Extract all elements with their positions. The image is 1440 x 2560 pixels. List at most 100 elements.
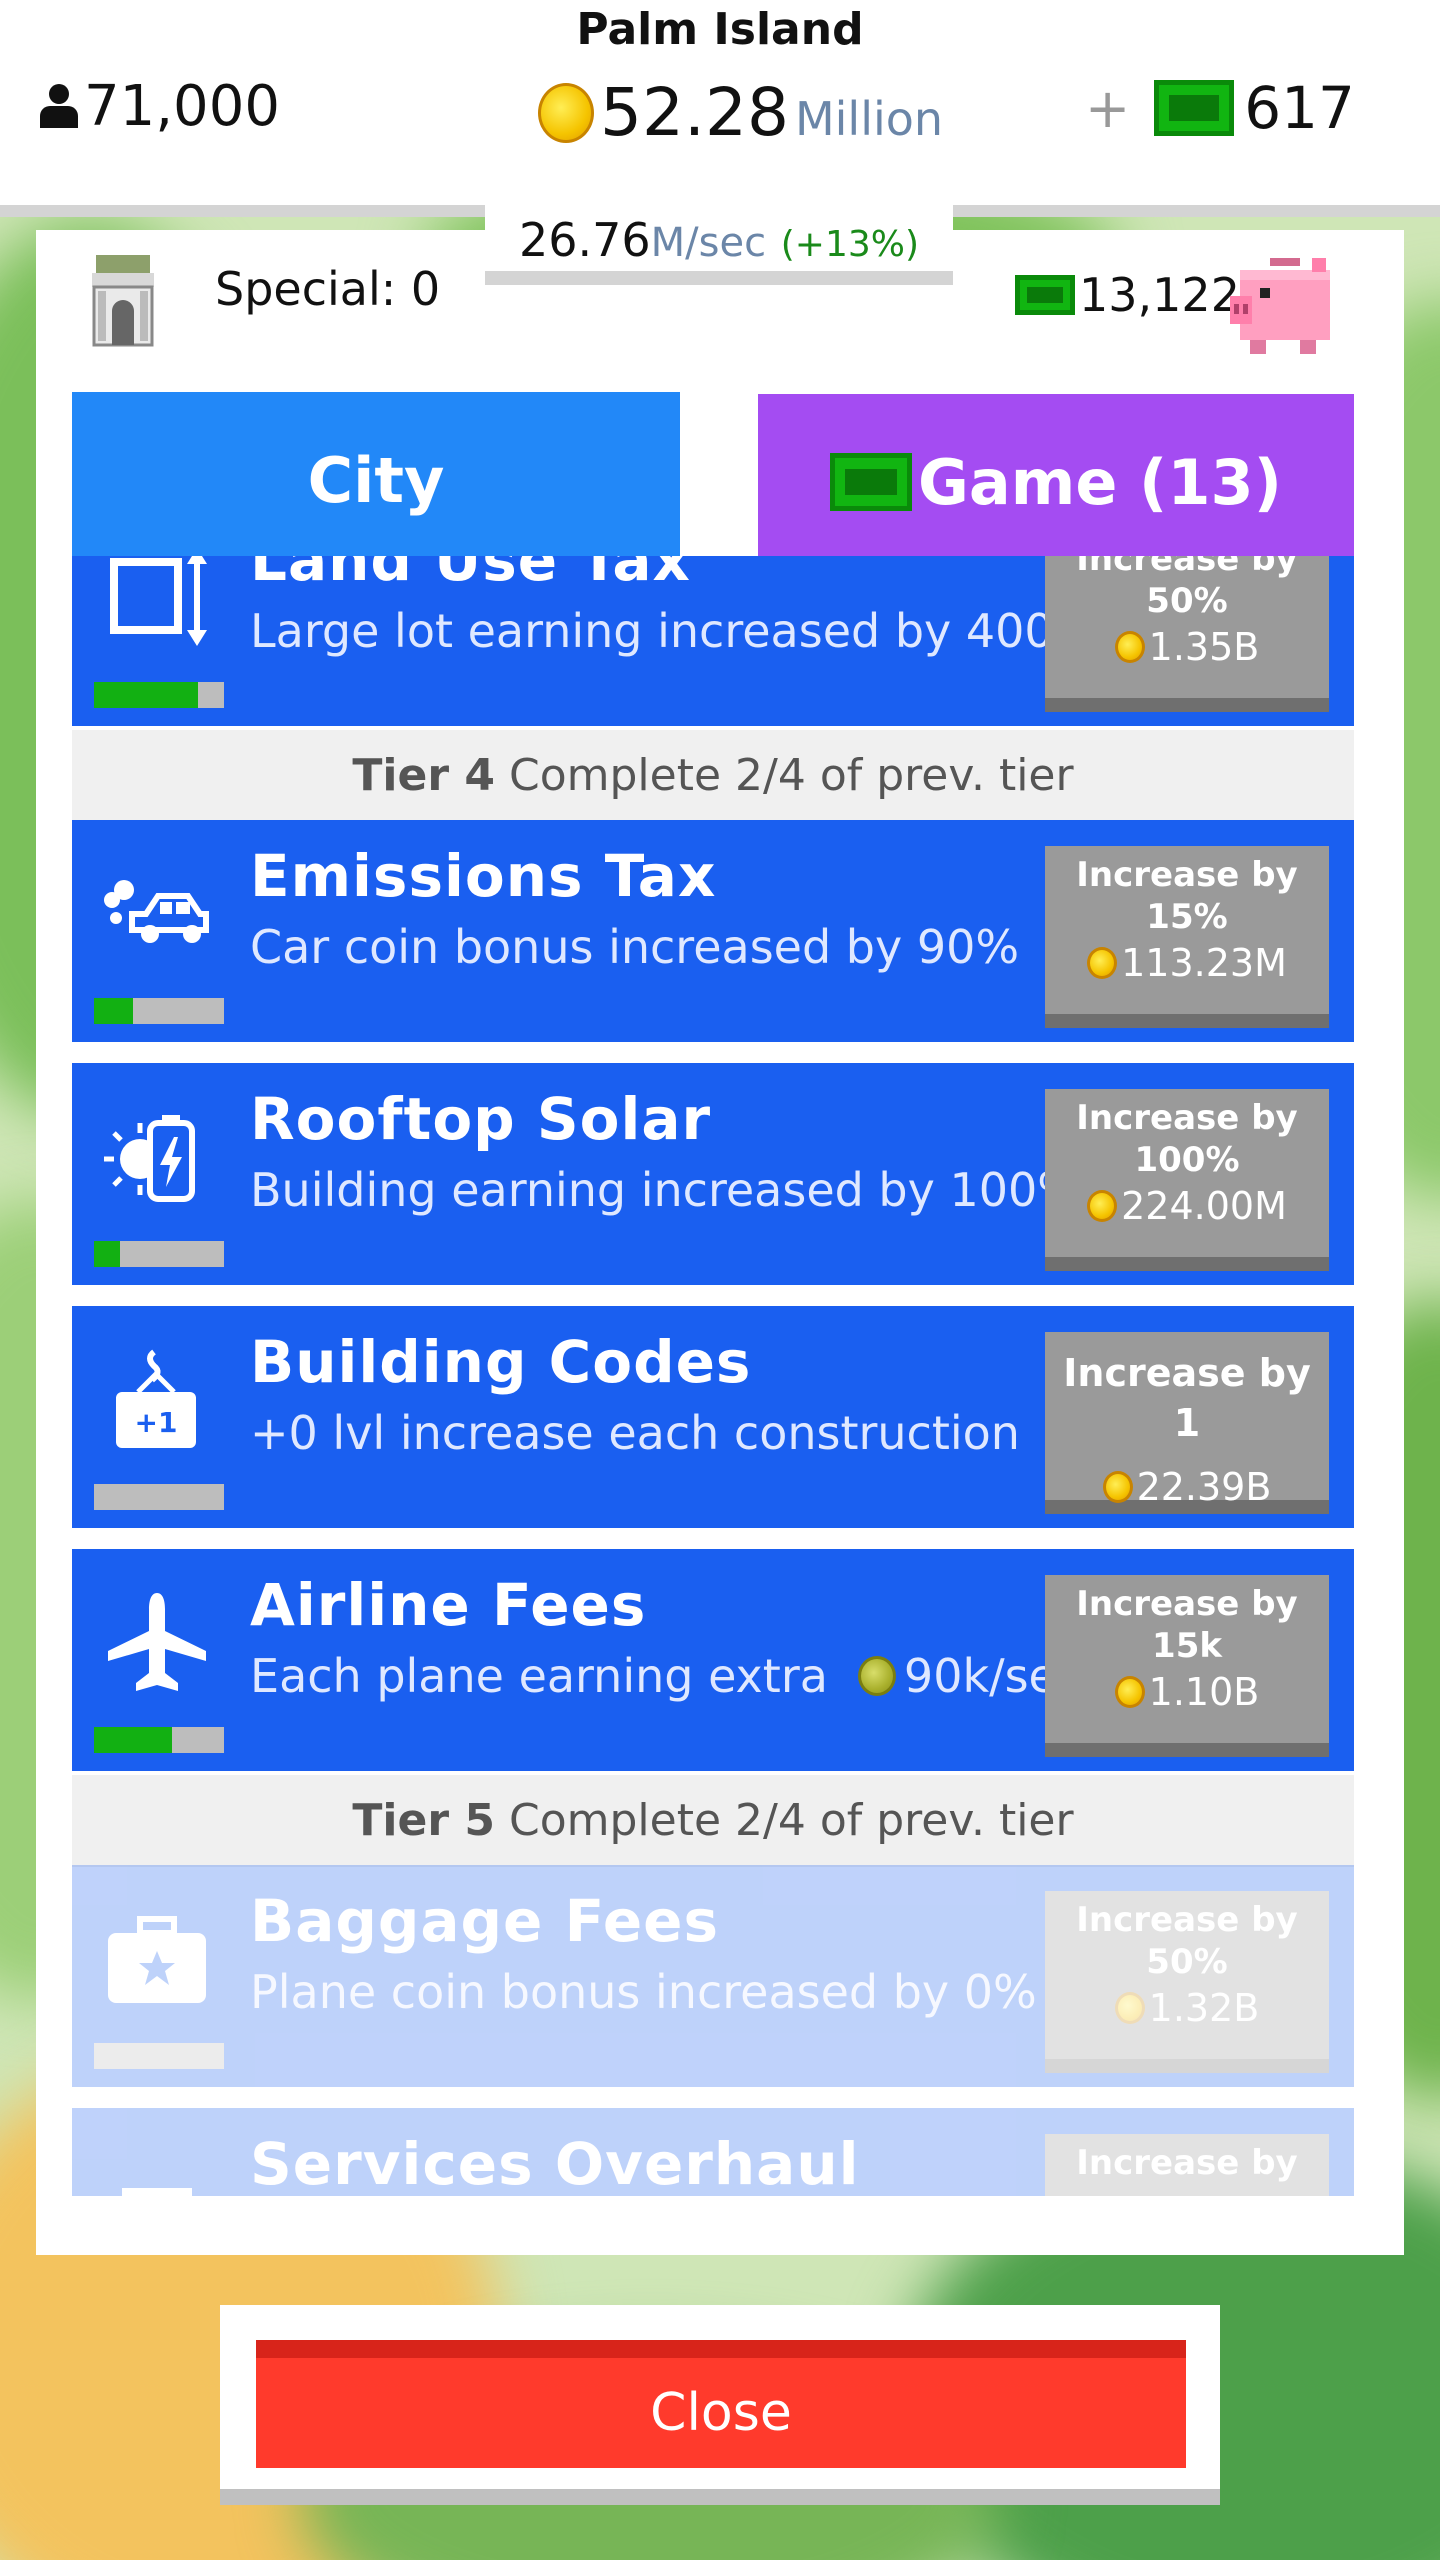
upgrade-buy-button[interactable]: Increase by 1 22.39B [1045,1332,1329,1514]
add-cash-button[interactable]: + [1085,77,1130,140]
buy-price: 1.32B [1045,1987,1329,2029]
buy-price: 22.39B [1045,1462,1329,1512]
cash-value: 617 [1244,74,1355,142]
buy-line2: 50% [1146,1942,1228,1982]
close-button[interactable]: Close [256,2340,1186,2468]
upgrade-progress-bar [94,2043,224,2069]
upgrade-buy-button[interactable]: Increase by 50% 1.35B [1045,556,1329,712]
buy-line2: 15% [1146,897,1228,937]
rate-bonus: (+13%) [780,224,920,265]
upgrade-title: Services Overhaul [250,2130,860,2196]
coin-icon [1087,1190,1118,1222]
price-value: 113.23M [1121,941,1287,985]
tier-requirement: Complete 2/4 of prev. tier [495,1795,1074,1846]
upgrade-item: Rooftop Solar Building earning increased… [72,1063,1354,1285]
upgrade-buy-button[interactable]: Increase by 100% 224.00M [1045,1089,1329,1271]
upgrade-list[interactable]: Land Use Tax Large lot earning increased… [72,556,1354,2196]
upgrade-description: Plane coin bonus increased by 0% [250,1965,1037,2019]
upgrade-progress-bar [94,998,224,1024]
upgrade-item: Land Use Tax Large lot earning increased… [72,556,1354,726]
coin-icon [1102,1471,1133,1503]
buy-price: 224.00M [1045,1185,1329,1227]
crane-hook-icon: +1 [116,1349,196,1448]
upgrade-buy-button: Increase by [1045,2134,1329,2196]
money-value: 52.28 [600,74,789,151]
coin-icon [1114,1676,1145,1708]
coin-icon [1114,1992,1145,2024]
coin-icon [1114,631,1145,663]
money-unit: Million [794,92,944,146]
buy-price: 113.23M [1045,942,1329,984]
upgrade-item-locked: Baggage Fees Plane coin bonus increased … [72,1865,1354,2087]
upgrade-item: +1 Building Codes +0 lvl increase each c… [72,1306,1354,1528]
bank-value-label: 13,122 [1015,268,1240,322]
building-icon [122,2188,192,2196]
island-name: Palm Island [576,4,864,55]
tab-game[interactable]: Game (13) [758,394,1354,560]
upgrade-buy-button[interactable]: Increase by 15% 113.23M [1045,846,1329,1028]
population-value: 71,000 [84,74,280,139]
progress-fill [94,998,133,1024]
buy-line2: 50% [1146,581,1228,621]
upgrade-item-locked: Services Overhaul Increase by [72,2108,1354,2196]
upgrade-buy-button[interactable]: Increase by 15k 1.10B [1045,1575,1329,1757]
cash-bill-icon [830,453,913,511]
car-exhaust-icon [104,880,209,943]
upgrade-title: Building Codes [250,1328,752,1396]
tab-city[interactable]: City [72,392,680,560]
buy-line1: Increase by [1076,855,1298,895]
cash-bill-icon [1154,80,1235,136]
upgrade-progress-bar [94,1727,224,1753]
progress-fill [94,1241,120,1267]
price-value: 1.32B [1148,1986,1260,2030]
buy-line1: Increase by [1076,1584,1298,1624]
upgrade-title: Baggage Fees [250,1887,720,1955]
lot-resize-icon [110,556,207,646]
upgrade-title: Land Use Tax [250,556,691,594]
money-counter: 52.28 Million [538,74,943,151]
upgrade-description: Each plane earning extra 90k/sec [250,1649,1082,1703]
buy-line1: Increase by [1076,556,1298,579]
buy-price: 1.35B [1045,626,1329,668]
price-value: 224.00M [1121,1184,1287,1228]
tier-requirement: Complete 2/4 of prev. tier [495,750,1074,801]
buy-line1: Increase by 1 [1063,1351,1311,1445]
special-count: Special: 0 [215,262,441,316]
price-value: 1.35B [1148,625,1260,669]
tier-label: Tier 4 [352,750,495,801]
tier-header: Tier 4 Complete 2/4 of prev. tier [72,730,1354,822]
upgrade-progress-bar [94,1241,224,1267]
upgrade-title: Airline Fees [250,1571,647,1639]
coin-icon [857,1656,896,1696]
rate-unit: M/sec [650,220,767,266]
piggy-bank-icon[interactable] [1230,248,1340,358]
population-counter: 71,000 [38,74,280,139]
upgrade-title: Rooftop Solar [250,1085,712,1153]
cash-counter[interactable]: + 617 [1085,74,1355,142]
description-prefix: Each plane earning extra [250,1649,828,1703]
upgrade-buy-button: Increase by 50% 1.32B [1045,1891,1329,2073]
tier-header: Tier 5 Complete 2/4 of prev. tier [72,1775,1354,1867]
buy-line1: Increase by [1076,1098,1298,1138]
tab-game-label: Game (13) [918,445,1282,519]
buy-line2: 15k [1152,1626,1222,1666]
upgrade-description: Large lot earning increased by 400% [250,604,1098,658]
cash-bill-icon [1015,275,1075,315]
price-value: 22.39B [1136,1465,1272,1509]
buy-price: 1.10B [1045,1671,1329,1713]
bank-value: 13,122 [1079,268,1240,322]
upgrade-item: Emissions Tax Car coin bonus increased b… [72,820,1354,1042]
airplane-icon [108,1593,206,1691]
suitcase-icon [108,1916,206,2003]
coin-icon [538,82,594,143]
income-rate-tab: 26.76M/sec (+13%) [485,205,953,285]
buy-line2: 100% [1134,1140,1240,1180]
upgrade-progress-bar [94,1484,224,1510]
buy-line1: Increase by [1076,2143,1298,2183]
upgrade-title: Emissions Tax [250,842,717,910]
buy-line1: Increase by [1076,1900,1298,1940]
upgrade-progress-bar [94,682,224,708]
rate-value: 26.76 [518,213,651,267]
person-icon [38,83,80,130]
arch-gate-icon [92,255,154,347]
